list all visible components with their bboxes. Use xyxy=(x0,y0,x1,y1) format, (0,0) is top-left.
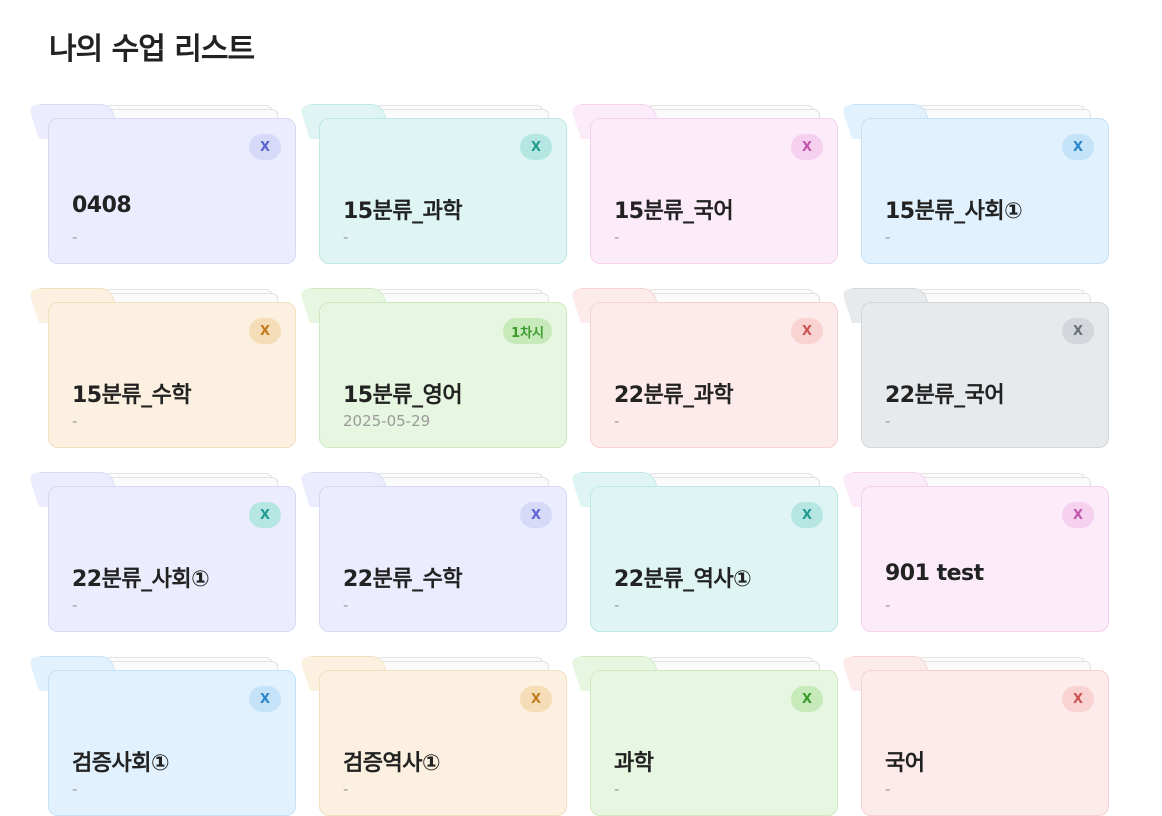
folder-card[interactable]: X 901 test - xyxy=(845,472,1109,632)
session-badge: X xyxy=(249,502,281,528)
session-badge: X xyxy=(520,134,552,160)
folder-card[interactable]: X 15분류_수학 - xyxy=(32,288,296,448)
session-badge: X xyxy=(1062,686,1094,712)
session-badge: X xyxy=(791,686,823,712)
folder-date: - xyxy=(614,780,620,798)
folder-name: 22분류_과학 xyxy=(614,383,734,408)
folder-grid: X 0408 - X 15분류_과학 - X 15분류_국어 - X 15분류_사회① - X 15분류_… xyxy=(32,104,1109,816)
folder-card[interactable]: X 22분류_사회① - xyxy=(32,472,296,632)
folder-card[interactable]: 1차시 15분류_영어 2025-05-29 xyxy=(303,288,567,448)
folder-card[interactable]: X 22분류_수학 - xyxy=(303,472,567,632)
folder-name: 검증역사① xyxy=(343,751,441,776)
folder-card[interactable]: X 0408 - xyxy=(32,104,296,264)
folder-name: 22분류_역사① xyxy=(614,567,752,592)
folder-date: - xyxy=(72,596,78,614)
folder-date: - xyxy=(885,412,891,430)
session-badge: X xyxy=(249,318,281,344)
session-badge: X xyxy=(1062,318,1094,344)
folder-name: 901 test xyxy=(885,561,984,586)
folder-card[interactable]: X 국어 - xyxy=(845,656,1109,816)
folder-card[interactable]: X 과학 - xyxy=(574,656,838,816)
folder-card[interactable]: X 15분류_과학 - xyxy=(303,104,567,264)
folder-card[interactable]: X 검증역사① - xyxy=(303,656,567,816)
folder-date: 2025-05-29 xyxy=(343,412,431,430)
folder-name: 15분류_수학 xyxy=(72,383,192,408)
folder-name: 검증사회① xyxy=(72,751,170,776)
session-badge: X xyxy=(1062,502,1094,528)
folder-name: 15분류_사회① xyxy=(885,199,1023,224)
folder-date: - xyxy=(614,596,620,614)
folder-name: 22분류_사회① xyxy=(72,567,210,592)
folder-name: 22분류_국어 xyxy=(885,383,1005,408)
session-badge: 1차시 xyxy=(503,318,552,344)
folder-date: - xyxy=(614,228,620,246)
folder-name: 15분류_영어 xyxy=(343,383,463,408)
session-badge: X xyxy=(1062,134,1094,160)
folder-name: 0408 xyxy=(72,193,132,218)
folder-date: - xyxy=(72,228,78,246)
session-badge: X xyxy=(520,686,552,712)
folder-name: 15분류_국어 xyxy=(614,199,734,224)
folder-date: - xyxy=(885,596,891,614)
folder-date: - xyxy=(614,412,620,430)
folder-card[interactable]: X 22분류_국어 - xyxy=(845,288,1109,448)
session-badge: X xyxy=(791,502,823,528)
session-badge: X xyxy=(249,134,281,160)
session-badge: X xyxy=(791,318,823,344)
session-badge: X xyxy=(249,686,281,712)
folder-name: 15분류_과학 xyxy=(343,199,463,224)
session-badge: X xyxy=(791,134,823,160)
folder-card[interactable]: X 15분류_국어 - xyxy=(574,104,838,264)
folder-card[interactable]: X 22분류_과학 - xyxy=(574,288,838,448)
folder-card[interactable]: X 22분류_역사① - xyxy=(574,472,838,632)
folder-date: - xyxy=(343,780,349,798)
folder-date: - xyxy=(343,596,349,614)
session-badge: X xyxy=(520,502,552,528)
page-title: 나의 수업 리스트 xyxy=(49,32,255,67)
folder-card[interactable]: X 15분류_사회① - xyxy=(845,104,1109,264)
folder-date: - xyxy=(885,780,891,798)
folder-date: - xyxy=(72,412,78,430)
folder-name: 22분류_수학 xyxy=(343,567,463,592)
folder-date: - xyxy=(343,228,349,246)
folder-date: - xyxy=(885,228,891,246)
folder-name: 국어 xyxy=(885,751,925,776)
folder-card[interactable]: X 검증사회① - xyxy=(32,656,296,816)
folder-name: 과학 xyxy=(614,751,654,776)
folder-date: - xyxy=(72,780,78,798)
